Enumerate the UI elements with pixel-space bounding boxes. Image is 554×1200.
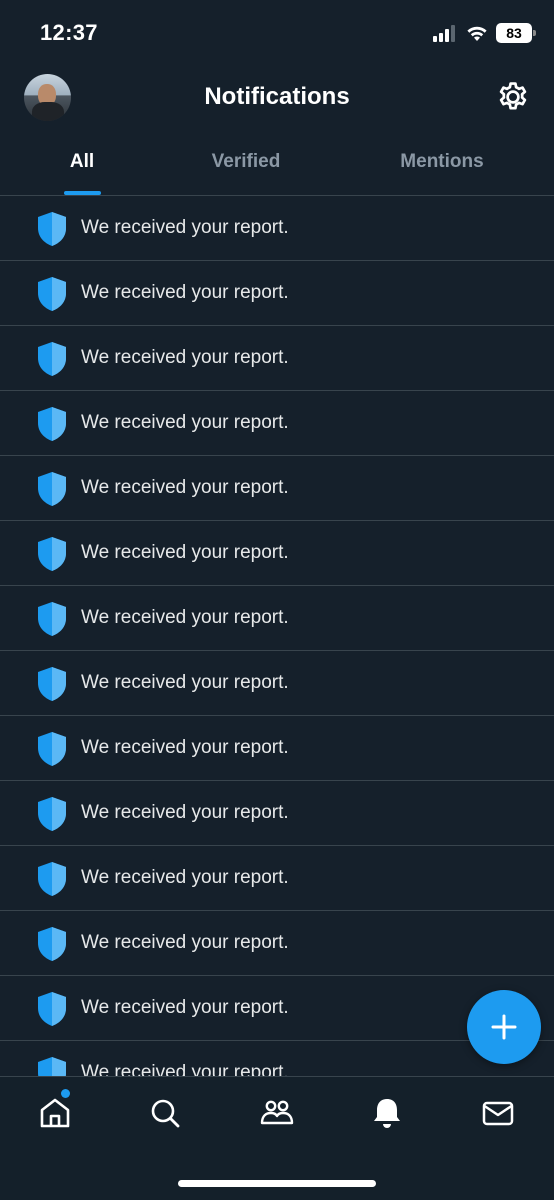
- shield-icon: [38, 212, 66, 246]
- home-notification-dot: [61, 1089, 70, 1098]
- active-tab-indicator: [64, 191, 101, 195]
- page-title: Notifications: [204, 83, 350, 110]
- compose-button[interactable]: [467, 990, 541, 1064]
- notification-text: We received your report.: [81, 217, 289, 238]
- notification-item[interactable]: We received your report.: [0, 716, 554, 781]
- shield-icon: [38, 537, 66, 571]
- notification-item[interactable]: We received your report.: [0, 651, 554, 716]
- shield-icon: [38, 797, 66, 831]
- communities-icon[interactable]: [259, 1095, 295, 1131]
- home-indicator: [178, 1180, 376, 1187]
- notification-text: We received your report.: [81, 542, 289, 563]
- notification-item[interactable]: We received your report.: [0, 456, 554, 521]
- notification-tabs: All Verified Mentions: [0, 140, 554, 196]
- notification-text: We received your report.: [81, 737, 289, 758]
- shield-icon: [38, 927, 66, 961]
- notification-text: We received your report.: [81, 802, 289, 823]
- notification-item[interactable]: We received your report.: [0, 1041, 554, 1076]
- notification-text: We received your report.: [81, 477, 289, 498]
- notification-text: We received your report.: [81, 867, 289, 888]
- plus-icon: [491, 1014, 517, 1040]
- shield-icon: [38, 602, 66, 636]
- cellular-signal-icon: [433, 25, 455, 42]
- gear-icon[interactable]: [496, 80, 530, 114]
- home-icon[interactable]: [37, 1095, 73, 1131]
- notification-item[interactable]: We received your report.: [0, 586, 554, 651]
- bell-icon[interactable]: [369, 1095, 405, 1131]
- notification-item[interactable]: We received your report.: [0, 911, 554, 976]
- shield-icon: [38, 1057, 66, 1076]
- shield-icon: [38, 277, 66, 311]
- header: Notifications: [0, 66, 554, 130]
- notification-text: We received your report.: [81, 997, 289, 1018]
- tab-verified[interactable]: Verified: [186, 140, 306, 196]
- shield-icon: [38, 472, 66, 506]
- notification-item[interactable]: We received your report.: [0, 196, 554, 261]
- notification-item[interactable]: We received your report.: [0, 326, 554, 391]
- notification-list: We received your report. We received your…: [0, 196, 554, 1076]
- status-bar: 12:37 83: [0, 0, 554, 66]
- notification-item[interactable]: We received your report.: [0, 391, 554, 456]
- notification-text: We received your report.: [81, 932, 289, 953]
- notification-text: We received your report.: [81, 282, 289, 303]
- search-icon[interactable]: [147, 1095, 183, 1131]
- status-icons: 83: [432, 22, 536, 44]
- battery-level: 83: [506, 25, 522, 41]
- notification-item[interactable]: We received your report.: [0, 846, 554, 911]
- notification-item[interactable]: We received your report.: [0, 521, 554, 586]
- shield-icon: [38, 992, 66, 1026]
- notification-item[interactable]: We received your report.: [0, 781, 554, 846]
- shield-icon: [38, 342, 66, 376]
- shield-icon: [38, 862, 66, 896]
- notification-item[interactable]: We received your report.: [0, 261, 554, 326]
- battery-icon: 83: [496, 23, 536, 43]
- shield-icon: [38, 407, 66, 441]
- notification-text: We received your report.: [81, 607, 289, 628]
- notification-text: We received your report.: [81, 347, 289, 368]
- wifi-icon: [467, 26, 487, 41]
- tab-all[interactable]: All: [32, 140, 132, 196]
- tab-mentions[interactable]: Mentions: [382, 140, 502, 196]
- status-time: 12:37: [40, 20, 98, 45]
- notification-text: We received your report.: [81, 1062, 289, 1076]
- notification-text: We received your report.: [81, 412, 289, 433]
- notification-text: We received your report.: [81, 672, 289, 693]
- shield-icon: [38, 732, 66, 766]
- mail-icon[interactable]: [480, 1095, 516, 1131]
- shield-icon: [38, 667, 66, 701]
